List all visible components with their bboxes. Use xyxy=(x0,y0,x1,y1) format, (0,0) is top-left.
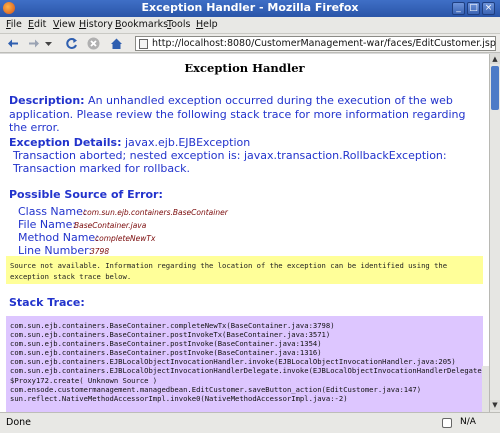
stack-heading: Stack Trace: xyxy=(9,296,85,309)
back-arrow-icon[interactable] xyxy=(6,36,21,51)
reload-icon[interactable] xyxy=(64,36,79,51)
page-icon xyxy=(139,39,148,49)
stack-line: com.ensode.customermanagement.managedbea… xyxy=(10,384,422,394)
stop-icon[interactable] xyxy=(86,36,101,51)
menu-history[interactable]: History xyxy=(79,19,113,30)
stack-line: com.sun.ejb.containers.EJBLocalObjectInv… xyxy=(10,366,483,376)
description-label: Description: xyxy=(9,94,85,107)
menu-bookmarks[interactable]: Bookmarks xyxy=(115,19,168,30)
security-icon xyxy=(442,418,452,428)
method-label: Method Name: xyxy=(18,231,99,244)
file-label: File Name: xyxy=(18,218,77,231)
title-bar: Exception Handler - Mozilla Firefox _ □ … xyxy=(0,0,500,17)
dropdown-arrow-icon[interactable] xyxy=(41,36,56,51)
forward-arrow-icon[interactable] xyxy=(26,36,41,51)
scroll-down-icon[interactable]: ▼ xyxy=(490,400,500,410)
file-value: BaseContainer.java xyxy=(74,221,147,230)
menu-tools[interactable]: Tools xyxy=(167,19,190,30)
exception-class: javax.ejb.EJBException xyxy=(121,136,251,149)
menu-view[interactable]: View xyxy=(53,19,76,30)
class-label: Class Name: xyxy=(18,205,87,218)
menu-bar: File Edit View History Bookmarks Tools H… xyxy=(0,17,500,34)
stack-line: com.sun.ejb.containers.BaseContainer.pos… xyxy=(10,348,322,358)
source-note: Source not available. Information regard… xyxy=(6,256,483,284)
menu-edit[interactable]: Edit xyxy=(28,19,46,30)
close-button[interactable]: × xyxy=(482,2,495,15)
stack-line: $Proxy172.create( Unknown Source ) xyxy=(10,375,158,385)
page-heading: Exception Handler xyxy=(184,61,305,75)
address-bar[interactable]: http://localhost:8080/CustomerManagement… xyxy=(135,36,496,51)
details-label: Exception Details: xyxy=(9,136,122,149)
window-title: Exception Handler - Mozilla Firefox xyxy=(141,1,359,14)
exception-details: Exception Details: javax.ejb.EJBExceptio… xyxy=(9,136,479,175)
scroll-thumb[interactable] xyxy=(491,66,499,110)
minimize-button[interactable]: _ xyxy=(452,2,465,15)
stack-line: com.sun.ejb.containers.BaseContainer.com… xyxy=(10,321,335,330)
class-value: com.sun.ejb.containers.BaseContainer xyxy=(83,208,228,217)
status-na: N/A xyxy=(460,417,476,427)
navigation-toolbar: http://localhost:8080/CustomerManagement… xyxy=(0,34,500,53)
menu-file[interactable]: File xyxy=(6,19,22,30)
address-url[interactable]: http://localhost:8080/CustomerManagement… xyxy=(152,38,496,49)
exception-message: Transaction aborted; nested exception is… xyxy=(13,149,447,175)
scroll-up-icon[interactable]: ▲ xyxy=(490,54,500,64)
status-bar: Done N/A xyxy=(0,412,500,433)
line-value: 3798 xyxy=(90,247,110,256)
possible-source: Possible Source of Error: Class Name: co… xyxy=(9,188,479,257)
status-text: Done xyxy=(6,417,31,428)
stack-trace: com.sun.ejb.containers.BaseContainer.com… xyxy=(6,316,483,412)
maximize-button[interactable]: □ xyxy=(467,2,480,15)
menu-help[interactable]: Help xyxy=(196,19,218,30)
stack-scrollbar[interactable] xyxy=(482,366,489,412)
stack-line: com.sun.ejb.containers.EJBLocalObjectInv… xyxy=(10,357,456,367)
source-heading: Possible Source of Error: xyxy=(9,188,163,201)
stack-line: com.sun.ejb.containers.BaseContainer.pos… xyxy=(10,330,331,340)
method-value: completeNewTx xyxy=(95,234,156,243)
stack-line: sun.reflect.NativeMethodAccessorImpl.inv… xyxy=(10,393,348,403)
description: Description: An unhandled exception occu… xyxy=(9,94,479,135)
vertical-scrollbar[interactable]: ▲ ▼ xyxy=(489,54,500,412)
home-icon[interactable] xyxy=(109,36,124,51)
stack-line: com.sun.ejb.containers.BaseContainer.pos… xyxy=(10,339,322,349)
